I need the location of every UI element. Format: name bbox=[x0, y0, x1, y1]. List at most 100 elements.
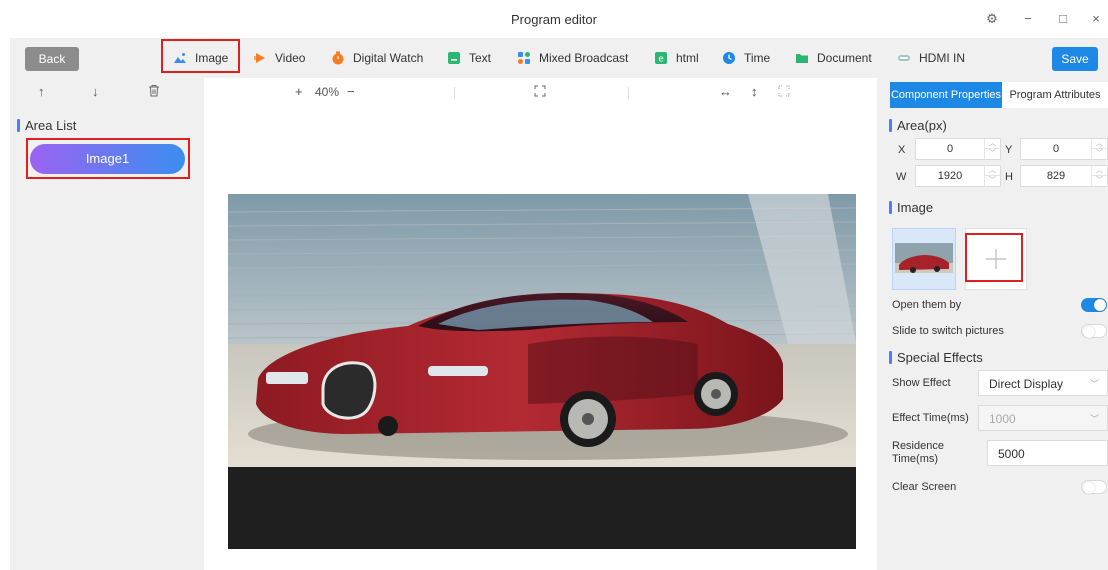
toolbar-item-label: html bbox=[676, 51, 699, 65]
svg-text:e: e bbox=[658, 55, 664, 65]
tab-component-properties[interactable]: Component Properties bbox=[890, 82, 1002, 108]
effect-time-select[interactable]: 1000 ﹀ bbox=[978, 405, 1108, 431]
open-them-by-label: Open them by bbox=[892, 299, 962, 311]
toolbar-mixed-broadcast-button[interactable]: Mixed Broadcast bbox=[517, 38, 628, 78]
decrement-icon[interactable]: ﹀ bbox=[985, 149, 1000, 159]
document-icon bbox=[795, 51, 809, 65]
zoom-level: 40% bbox=[315, 85, 340, 99]
residence-time-value: 5000 bbox=[998, 447, 1025, 461]
toolbar-document-button[interactable]: Document bbox=[795, 38, 872, 78]
x-input[interactable]: 0 ︿ ﹀ bbox=[915, 138, 1001, 160]
y-stepper[interactable]: ︿ ﹀ bbox=[1091, 139, 1107, 159]
move-down-icon[interactable]: ↓ bbox=[92, 84, 99, 99]
area-item-image1[interactable]: Image1 bbox=[30, 144, 185, 174]
increment-icon[interactable]: ︿ bbox=[985, 166, 1000, 176]
minimize-icon[interactable]: − bbox=[1016, 8, 1040, 30]
w-stepper[interactable]: ︿ ﹀ bbox=[984, 166, 1000, 186]
move-up-icon[interactable]: ↑ bbox=[38, 84, 45, 99]
y-label: Y bbox=[1005, 144, 1013, 156]
h-label: H bbox=[1005, 171, 1013, 183]
toggle-knob bbox=[1094, 299, 1106, 311]
area-list-title: Area List bbox=[17, 118, 76, 133]
toolbar-image-button[interactable]: Image bbox=[173, 38, 228, 78]
toolbar-video-button[interactable]: Video bbox=[253, 38, 305, 78]
title-bar: Program editor ⚙ − □ × bbox=[0, 0, 1108, 38]
toolbar: Back Image Video Digital Watch Text Mixe… bbox=[10, 38, 1108, 78]
image-section-title: Image bbox=[889, 200, 933, 215]
back-button[interactable]: Back bbox=[25, 47, 79, 71]
delete-icon[interactable] bbox=[148, 84, 160, 100]
toolbar-item-label: Document bbox=[817, 51, 872, 65]
show-effect-select[interactable]: Direct Display ﹀ bbox=[978, 370, 1108, 396]
area-list-panel: ↑ ↓ Area List Image1 bbox=[10, 78, 204, 570]
fullscreen-icon[interactable] bbox=[778, 85, 790, 100]
text-icon bbox=[447, 51, 461, 65]
add-image-button[interactable] bbox=[965, 228, 1027, 290]
toolbar-item-label: Image bbox=[195, 51, 229, 65]
w-value: 1920 bbox=[937, 170, 963, 182]
toolbar-text-button[interactable]: Text bbox=[447, 38, 491, 78]
show-effect-label: Show Effect bbox=[892, 377, 951, 389]
clock-icon bbox=[722, 51, 736, 65]
fit-screen-icon[interactable] bbox=[534, 85, 546, 100]
residence-time-label-line2: Time(ms) bbox=[892, 453, 939, 465]
image-thumbnail[interactable] bbox=[892, 228, 956, 290]
mixed-broadcast-icon bbox=[517, 51, 531, 65]
residence-time-label-line1: Residence bbox=[892, 440, 944, 452]
toolbar-item-label: Mixed Broadcast bbox=[539, 51, 629, 65]
decrement-icon[interactable]: ﹀ bbox=[1092, 176, 1107, 186]
h-input[interactable]: 829 ︿ ﹀ bbox=[1020, 165, 1108, 187]
settings-icon[interactable]: ⚙ bbox=[980, 8, 1004, 30]
toolbar-item-label: Video bbox=[275, 51, 306, 65]
html-icon: e bbox=[654, 51, 668, 65]
open-them-by-toggle[interactable] bbox=[1081, 298, 1107, 312]
canvas-toolbar: + 40% − ↔ ↕ bbox=[204, 78, 877, 106]
increment-icon[interactable]: ︿ bbox=[985, 139, 1000, 149]
special-effects-title: Special Effects bbox=[889, 350, 983, 365]
toolbar-digital-watch-button[interactable]: Digital Watch bbox=[331, 38, 423, 78]
w-label: W bbox=[896, 171, 907, 183]
toolbar-item-label: HDMI IN bbox=[919, 51, 965, 65]
hdmi-icon bbox=[897, 51, 911, 65]
y-value: 0 bbox=[1052, 143, 1060, 155]
h-value: 829 bbox=[1046, 170, 1066, 182]
vertical-stretch-icon[interactable]: ↕ bbox=[751, 84, 758, 99]
decrement-icon[interactable]: ﹀ bbox=[985, 176, 1000, 186]
zoom-in-button[interactable]: + bbox=[295, 84, 303, 99]
x-label: X bbox=[898, 144, 906, 156]
zoom-out-button[interactable]: − bbox=[347, 84, 355, 99]
toolbar-divider bbox=[628, 87, 629, 99]
canvas-area bbox=[204, 106, 877, 570]
window-title: Program editor bbox=[511, 12, 597, 27]
toolbar-hdmi-in-button[interactable]: HDMI IN bbox=[897, 38, 965, 78]
y-input[interactable]: 0 ︿ ﹀ bbox=[1020, 138, 1108, 160]
increment-icon[interactable]: ︿ bbox=[1092, 166, 1107, 176]
increment-icon[interactable]: ︿ bbox=[1092, 139, 1107, 149]
toolbar-time-button[interactable]: Time bbox=[722, 38, 770, 78]
tab-program-attributes[interactable]: Program Attributes bbox=[1002, 82, 1108, 108]
clear-screen-toggle[interactable] bbox=[1081, 480, 1107, 494]
effect-time-label: Effect Time(ms) bbox=[892, 412, 969, 424]
toolbar-item-label: Time bbox=[744, 51, 771, 65]
save-button[interactable]: Save bbox=[1052, 47, 1098, 71]
area-px-title: Area(px) bbox=[889, 118, 947, 133]
show-effect-value: Direct Display bbox=[989, 377, 1064, 391]
effect-time-value: 1000 bbox=[989, 412, 1016, 426]
clear-screen-label: Clear Screen bbox=[892, 481, 957, 493]
residence-time-input[interactable]: 5000 bbox=[987, 440, 1108, 466]
car-image-preview[interactable] bbox=[228, 194, 856, 467]
slide-to-switch-toggle[interactable] bbox=[1081, 324, 1107, 338]
toolbar-html-button[interactable]: e html bbox=[654, 38, 699, 78]
slide-to-switch-label: Slide to switch pictures bbox=[892, 325, 1004, 337]
program-canvas[interactable] bbox=[228, 194, 856, 549]
h-stepper[interactable]: ︿ ﹀ bbox=[1091, 166, 1107, 186]
close-icon[interactable]: × bbox=[1084, 8, 1108, 30]
watch-icon bbox=[331, 51, 345, 65]
w-input[interactable]: 1920 ︿ ﹀ bbox=[915, 165, 1001, 187]
toggle-knob bbox=[1083, 482, 1095, 494]
horizontal-stretch-icon[interactable]: ↔ bbox=[719, 84, 732, 99]
properties-panel: Component Properties Program Attributes … bbox=[877, 78, 1108, 570]
x-stepper[interactable]: ︿ ﹀ bbox=[984, 139, 1000, 159]
decrement-icon[interactable]: ﹀ bbox=[1092, 149, 1107, 159]
maximize-icon[interactable]: □ bbox=[1051, 8, 1075, 30]
